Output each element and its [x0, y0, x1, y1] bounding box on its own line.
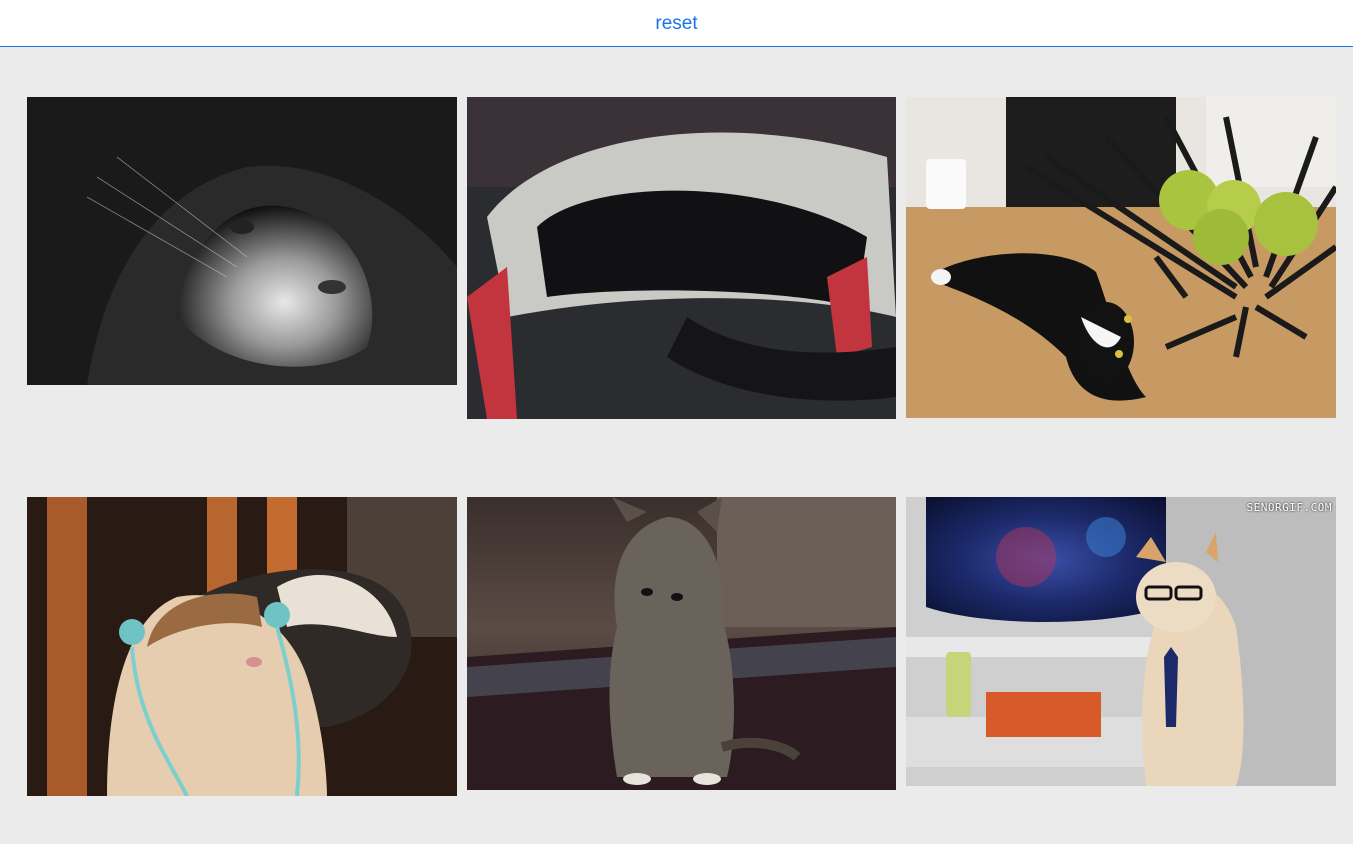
gallery-image-cat-spaceship[interactable]: SENORGIF.COM — [906, 497, 1336, 786]
top-bar: reset — [0, 0, 1353, 47]
gallery-image-tabby-kitten[interactable] — [467, 497, 896, 790]
gallery-image-bw-cat[interactable] — [27, 97, 457, 385]
gallery-image-cat-fruit-bowl[interactable] — [906, 97, 1336, 418]
watermark-text: SENORGIF.COM — [1246, 501, 1332, 514]
gallery-image-smiling-cat[interactable] — [27, 497, 457, 796]
gallery-image-cat-in-bag[interactable] — [467, 97, 896, 419]
reset-button[interactable]: reset — [649, 13, 703, 35]
